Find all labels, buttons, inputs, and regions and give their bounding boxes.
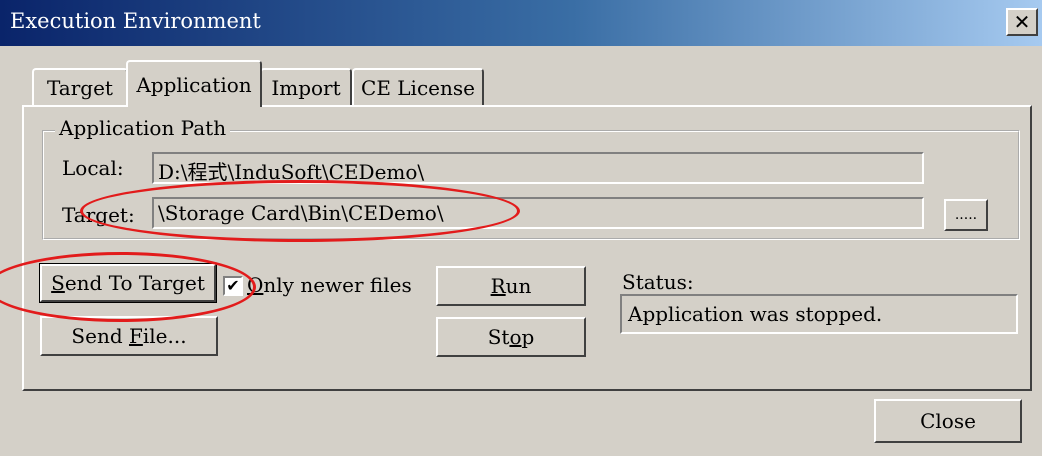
browse-button[interactable]: ..... <box>944 199 988 231</box>
only-newer-files-checkbox[interactable]: ✔ <box>223 276 243 296</box>
application-path-label: Application Path <box>55 116 231 140</box>
tab-application[interactable]: Application <box>126 60 262 107</box>
target-path-field[interactable]: \Storage Card\Bin\CEDemo\ <box>152 197 924 229</box>
local-path-field[interactable]: D:\程式\InduSoft\CEDemo\ <box>152 152 924 184</box>
send-file-button[interactable]: Send File... <box>40 316 218 356</box>
close-button[interactable]: Close <box>874 399 1022 443</box>
stop-button[interactable]: Stop <box>436 317 586 357</box>
close-icon[interactable]: ✕ <box>1006 8 1038 36</box>
status-label: Status: <box>622 270 694 294</box>
execution-environment-dialog: Execution Environment ✕ Target Applicati… <box>0 0 1042 456</box>
tab-target[interactable]: Target <box>32 68 128 106</box>
local-label: Local: <box>62 156 124 180</box>
run-button[interactable]: Run <box>436 266 586 306</box>
tab-ce-license[interactable]: CE License <box>352 68 484 106</box>
send-to-target-button[interactable]: Send To Target <box>39 263 217 303</box>
tab-import[interactable]: Import <box>260 68 352 106</box>
status-field: Application was stopped. <box>620 294 1018 334</box>
target-label: Target: <box>62 203 135 227</box>
window-title: Execution Environment <box>10 9 261 33</box>
title-bar[interactable]: Execution Environment ✕ <box>0 0 1042 46</box>
only-newer-files-label[interactable]: Only newer files <box>247 273 412 297</box>
